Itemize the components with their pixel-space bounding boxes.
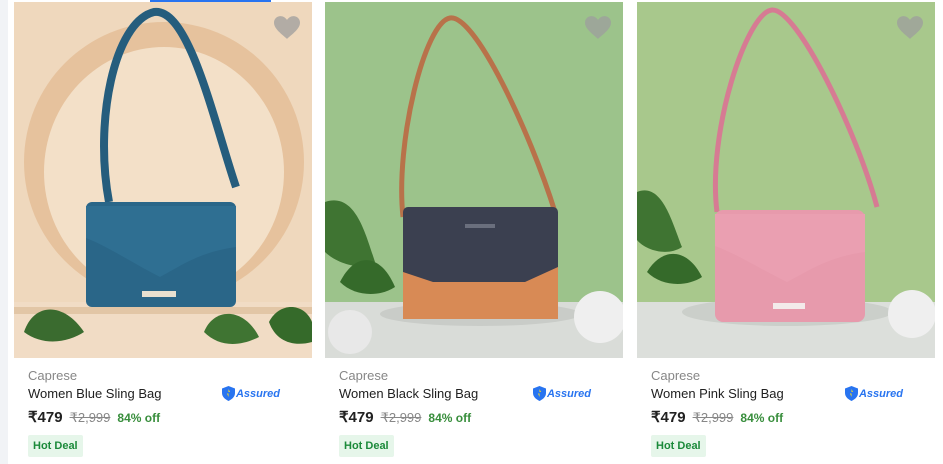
heart-icon[interactable] (897, 16, 923, 40)
product-photo-blue-bag (14, 2, 312, 358)
original-price: ₹2,999 (380, 410, 422, 425)
product-brand: Caprese (339, 368, 389, 383)
product-image[interactable] (637, 2, 935, 358)
product-info: Caprese Women Pink Sling Bag Assured ₹47… (651, 368, 925, 457)
product-photo-pink-bag (637, 2, 935, 358)
price-row: ₹479 ₹2,999 84% off (651, 408, 925, 426)
assured-shield-icon (221, 386, 235, 401)
selling-price: ₹479 (28, 409, 63, 426)
hot-deal-badge: Hot Deal (339, 435, 394, 457)
product-brand: Caprese (651, 368, 701, 383)
assured-label: Assured (235, 387, 280, 400)
assured-shield-icon (532, 386, 546, 401)
product-card[interactable]: Caprese Women Pink Sling Bag Assured ₹47… (637, 0, 935, 464)
product-info: Caprese Women Blue Sling Bag Assured ₹47… (28, 368, 302, 457)
assured-label: Assured (858, 387, 903, 400)
heart-icon[interactable] (274, 16, 300, 40)
product-card[interactable]: Caprese Women Blue Sling Bag Assured ₹47… (14, 0, 312, 464)
selling-price: ₹479 (339, 409, 374, 426)
hot-deal-badge: Hot Deal (28, 435, 83, 457)
assured-badge: Assured (532, 386, 591, 401)
product-image[interactable] (14, 2, 312, 358)
price-row: ₹479 ₹2,999 84% off (28, 408, 302, 426)
price-row: ₹479 ₹2,999 84% off (339, 408, 613, 426)
page-left-gutter (0, 0, 8, 464)
original-price: ₹2,999 (692, 410, 734, 425)
discount-label: 84% off (428, 411, 472, 425)
hot-deal-badge: Hot Deal (651, 435, 706, 457)
discount-label: 84% off (740, 411, 784, 425)
heart-icon[interactable] (585, 16, 611, 40)
product-info: Caprese Women Black Sling Bag Assured ₹4… (339, 368, 613, 457)
product-card[interactable]: Caprese Women Black Sling Bag Assured ₹4… (325, 0, 623, 464)
product-image[interactable] (325, 2, 623, 358)
assured-shield-icon (844, 386, 858, 401)
discount-label: 84% off (117, 411, 161, 425)
selling-price: ₹479 (651, 409, 686, 426)
assured-badge: Assured (844, 386, 903, 401)
original-price: ₹2,999 (69, 410, 111, 425)
product-brand: Caprese (28, 368, 78, 383)
assured-badge: Assured (221, 386, 280, 401)
product-photo-black-bag (325, 2, 623, 358)
assured-label: Assured (546, 387, 591, 400)
